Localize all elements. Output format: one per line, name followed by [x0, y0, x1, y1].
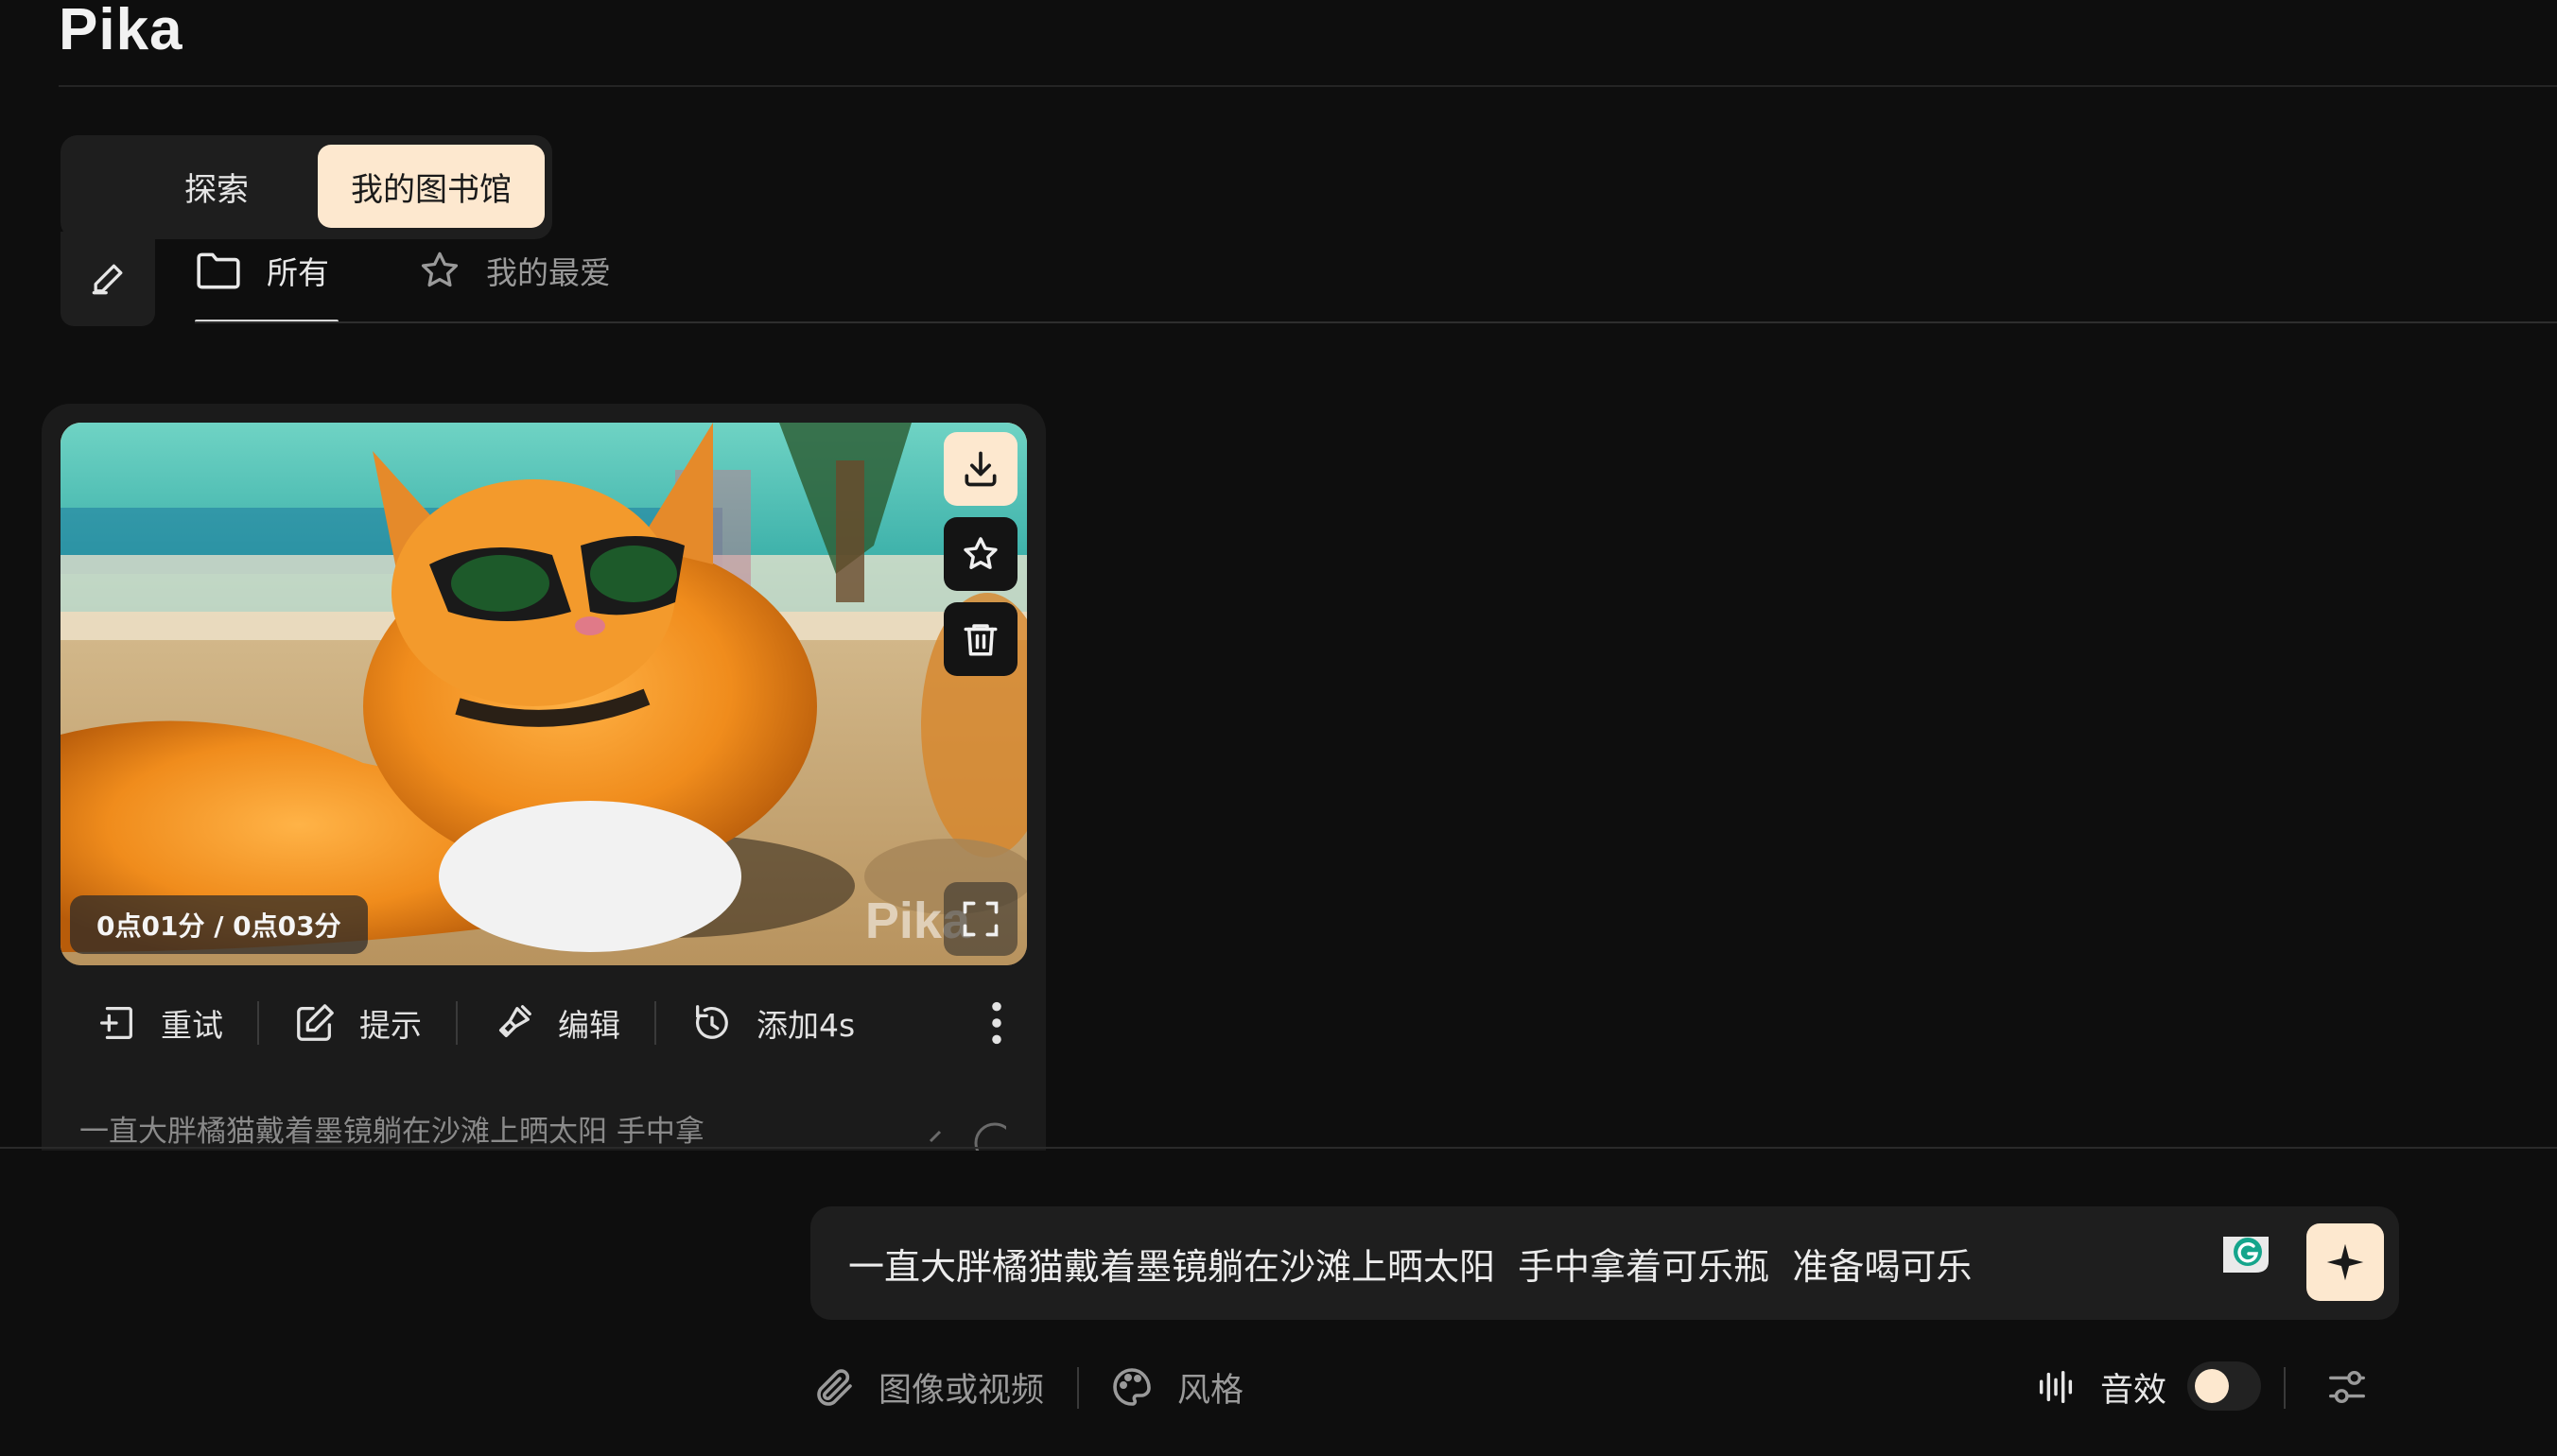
mode-toggle: 探索 我的图书馆 [61, 135, 552, 239]
cut-off-icons [929, 1122, 1016, 1151]
filter-tab-all[interactable]: 所有 [195, 236, 329, 304]
filter-divider [195, 321, 2557, 323]
content-divider [0, 1147, 2557, 1149]
grammarly-icon[interactable] [2219, 1233, 2272, 1274]
star-icon [964, 537, 998, 569]
more-options-button[interactable] [987, 982, 1027, 1064]
sound-effects-toggle[interactable] [2187, 1361, 2261, 1411]
favorite-button[interactable] [944, 517, 1018, 591]
download-icon [965, 451, 997, 487]
attach-media-button[interactable]: 图像或视频 [810, 1354, 1044, 1420]
download-button[interactable] [944, 432, 1018, 506]
prompt-input-box[interactable]: 一直大胖橘猫戴着墨镜躺在沙滩上晒太阳 手中拿着可乐瓶 准备喝可乐 [810, 1206, 2399, 1320]
pencil-icon [92, 264, 123, 295]
edit-label: 编辑 [558, 1007, 620, 1044]
trash-icon [964, 624, 998, 656]
prompt-label: 提示 [359, 1007, 422, 1044]
filter-all-label: 所有 [267, 254, 329, 291]
timer-icon [696, 1005, 728, 1039]
cat-on-beach-image [61, 423, 1027, 965]
retry-icon [100, 1007, 132, 1039]
settings-button[interactable] [2325, 1354, 2369, 1420]
fullscreen-button[interactable] [944, 882, 1018, 956]
sound-label: 音效 [2100, 1371, 2167, 1410]
prompt-button[interactable]: 提示 [259, 982, 456, 1064]
more-vertical-icon [992, 1001, 1001, 1045]
paperclip-icon [817, 1369, 852, 1406]
generate-button[interactable] [2306, 1223, 2384, 1301]
star-icon [421, 251, 459, 287]
style-button[interactable]: 风格 [1109, 1354, 1244, 1420]
edit-video-button[interactable]: 编辑 [458, 982, 654, 1064]
prompt-input[interactable]: 一直大胖橘猫戴着墨镜躺在沙滩上晒太阳 手中拿着可乐瓶 准备喝可乐 [848, 1206, 1972, 1320]
library-filter-bar: 所有 我的最爱 [195, 236, 2557, 323]
prompt-options-bar: 图像或视频 风格 音效 [810, 1354, 2399, 1420]
sliders-icon [2329, 1370, 2365, 1404]
add-time-label: 添加4s [757, 1007, 856, 1044]
pika-logo[interactable]: Pika [59, 0, 183, 63]
sparkle-icon [2326, 1243, 2364, 1281]
add-time-button[interactable]: 添加4s [656, 982, 855, 1064]
video-thumbnail[interactable]: 0点01分 / 0点03分 Pika [61, 423, 1027, 965]
retry-label: 重试 [161, 1007, 223, 1044]
retry-button[interactable]: 重试 [61, 982, 257, 1064]
toggle-knob [2195, 1369, 2229, 1403]
header-divider [59, 85, 2557, 87]
sound-wave-icon [2039, 1370, 2073, 1404]
folder-icon [197, 252, 240, 289]
filter-favorites-label: 我的最爱 [486, 254, 611, 291]
options-separator [2284, 1367, 2286, 1409]
delete-button[interactable] [944, 602, 1018, 676]
palette-icon [1113, 1368, 1151, 1406]
video-card: 0点01分 / 0点03分 Pika 重试 提示 编辑 添加4s 一直大胖橘猫戴… [42, 404, 1046, 1151]
fullscreen-icon [963, 901, 999, 937]
grammarly-badge [2223, 1237, 2269, 1273]
video-timecode: 0点01分 / 0点03分 [70, 895, 368, 954]
filter-tab-favorites[interactable]: 我的最爱 [418, 236, 611, 304]
sound-effects-control: 音效 [2034, 1354, 2166, 1420]
style-label: 风格 [1177, 1371, 1244, 1410]
brush-icon [498, 1005, 531, 1038]
options-separator [1077, 1367, 1079, 1409]
edit-note-icon [297, 1004, 334, 1041]
card-footer-icons [893, 1115, 1016, 1151]
video-action-bar: 重试 提示 编辑 添加4s [61, 982, 1027, 1064]
tab-my-library[interactable]: 我的图书馆 [318, 145, 545, 228]
edit-button[interactable] [61, 232, 155, 326]
attach-label: 图像或视频 [878, 1371, 1045, 1410]
video-prompt-preview: 一直大胖橘猫戴着墨镜躺在沙滩上晒太阳 手中拿 [79, 1115, 704, 1149]
